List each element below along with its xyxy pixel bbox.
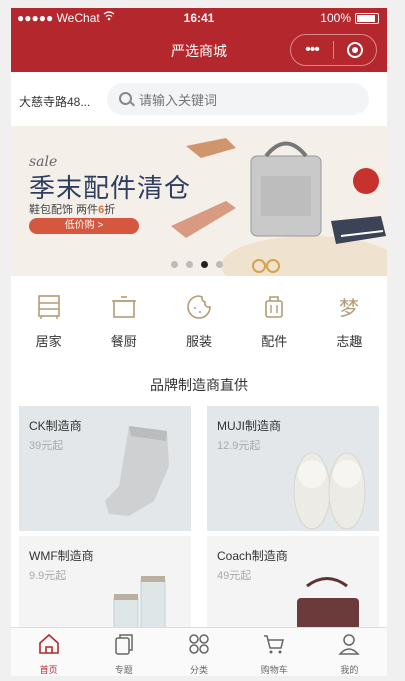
search-icon xyxy=(119,92,132,105)
carousel-dot[interactable] xyxy=(171,261,178,268)
carousel-dot[interactable] xyxy=(186,261,193,268)
carousel-dot-active[interactable] xyxy=(201,261,208,268)
category-icon xyxy=(189,634,209,654)
brand-card-muji[interactable]: MUJI制造商 12.9元起 xyxy=(207,406,379,531)
banner-subtitle: 鞋包配饰 两件6折 xyxy=(29,201,115,217)
cart-icon xyxy=(264,635,285,654)
svg-text:梦: 梦 xyxy=(339,296,359,320)
mini-program-capsule: ••• xyxy=(290,34,377,66)
category-label: 服装 xyxy=(186,334,213,349)
category-label: 志趣 xyxy=(336,334,363,349)
search-row: 大慈寺路48... xyxy=(11,72,387,127)
tab-label: 分类 xyxy=(190,665,209,675)
battery-percent: 100% xyxy=(320,11,351,25)
tab-label: 购物车 xyxy=(260,665,288,675)
banner-title: 季末配件清仓 xyxy=(29,173,192,203)
status-bar: ●●●●● WeChat 16:41 100% xyxy=(11,8,387,28)
tab-cart[interactable]: 购物车 xyxy=(237,628,312,676)
category-accessories[interactable]: 配件 xyxy=(237,286,312,356)
tab-label: 专题 xyxy=(114,665,133,675)
category-clothing[interactable]: 服装 xyxy=(161,286,236,356)
more-menu-button[interactable]: ••• xyxy=(291,36,333,64)
category-interests[interactable]: 梦 志趣 xyxy=(312,286,387,356)
carousel-dots xyxy=(171,261,223,268)
carousel-dot[interactable] xyxy=(216,261,223,268)
battery-status: 100% xyxy=(320,11,379,25)
category-kitchen[interactable]: 餐厨 xyxy=(86,286,161,356)
banner-buy-button[interactable]: 低价购 > xyxy=(29,218,139,234)
battery-icon xyxy=(355,12,379,24)
tab-category[interactable]: 分类 xyxy=(161,628,236,676)
tab-bar: 首页 专题 分类 购物车 我的 xyxy=(11,627,387,676)
clothes-icon xyxy=(187,295,211,319)
phone-screen: ●●●●● WeChat 16:41 100% 严选商城 ••• 大慈寺路48.… xyxy=(11,8,387,676)
tab-label: 我的 xyxy=(340,665,359,675)
search-input[interactable] xyxy=(137,89,361,111)
user-icon xyxy=(338,634,361,655)
target-icon xyxy=(347,42,363,58)
tab-topic[interactable]: 专题 xyxy=(86,628,161,676)
banner-sub-prefix: 鞋包配饰 两件 xyxy=(29,204,99,216)
tab-label: 首页 xyxy=(39,665,58,675)
category-label: 餐厨 xyxy=(110,334,137,349)
topic-icon xyxy=(115,634,133,655)
category-home[interactable]: 居家 xyxy=(11,286,86,356)
nav-bar: 严选商城 ••• xyxy=(11,28,387,72)
slippers-image xyxy=(293,452,366,530)
socks-image xyxy=(105,426,169,516)
tab-profile[interactable]: 我的 xyxy=(312,628,387,676)
tab-home[interactable]: 首页 xyxy=(11,628,86,676)
interest-icon: 梦 xyxy=(339,296,359,320)
section-title: 品牌制造商直供 xyxy=(150,377,248,393)
promo-banner[interactable]: sale 季末配件清仓 鞋包配饰 两件6折 低价购 > xyxy=(11,126,387,276)
category-row: 居家 餐厨 服装 配件 梦 志趣 xyxy=(11,286,387,356)
category-label: 居家 xyxy=(35,334,62,349)
home-icon xyxy=(38,633,59,654)
search-box[interactable] xyxy=(107,83,369,115)
location-selector[interactable]: 大慈寺路48... xyxy=(19,93,90,110)
cabinet-icon xyxy=(37,295,60,319)
banner-sub-suffix: 折 xyxy=(104,204,116,216)
close-button[interactable] xyxy=(334,42,376,58)
luggage-icon xyxy=(265,296,284,318)
category-label: 配件 xyxy=(261,334,288,349)
pot-icon xyxy=(111,296,136,318)
brand-card-ck[interactable]: CK制造商 39元起 xyxy=(19,406,191,531)
